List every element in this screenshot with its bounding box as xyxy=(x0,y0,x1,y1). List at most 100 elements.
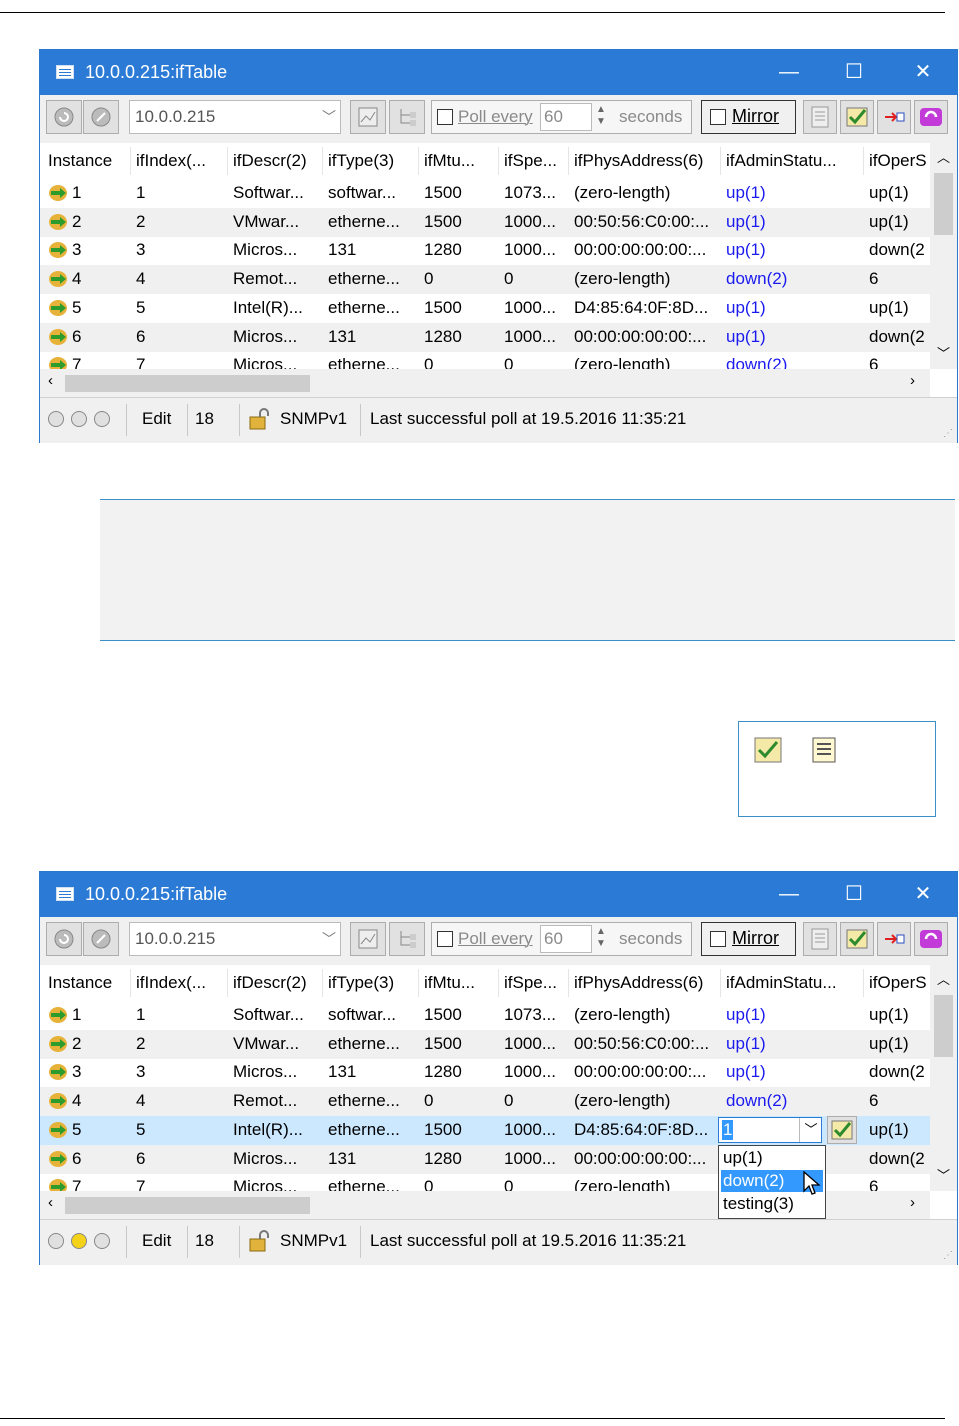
close-button[interactable]: ✕ xyxy=(900,872,946,917)
column-header[interactable]: ifMtu... xyxy=(424,151,502,171)
poll-interval-input[interactable]: 60 xyxy=(540,925,592,953)
column-header[interactable]: ifAdminStatu... xyxy=(726,151,866,171)
column-header[interactable]: ifDescr(2) xyxy=(233,973,325,993)
chevron-left-icon[interactable]: ‹ xyxy=(48,1194,53,1211)
table-cell[interactable]: down(2) xyxy=(726,1091,866,1111)
chevron-right-icon[interactable]: › xyxy=(910,1194,915,1211)
table-row[interactable]: 3 3 Micros... 131 1280 1000... 00:00:00:00:00:… xyxy=(40,1058,930,1087)
table-cell[interactable]: up(1) xyxy=(726,1034,866,1054)
chevron-left-icon[interactable]: ‹ xyxy=(48,372,53,389)
refresh-button[interactable] xyxy=(46,922,82,956)
table-row[interactable]: 5 5 Intel(R)... etherne... 1500 1000... D4:85:… xyxy=(40,294,930,323)
chevron-down-icon[interactable]: ﹀ xyxy=(799,1118,822,1142)
column-divider[interactable] xyxy=(322,969,323,997)
close-button[interactable]: ✕ xyxy=(900,50,946,95)
admin-status-editor[interactable]: 1 ﹀ xyxy=(718,1117,822,1143)
column-divider[interactable] xyxy=(568,969,569,997)
horizontal-scrollbar[interactable]: ‹ › xyxy=(40,369,930,397)
spin-arrows-icon[interactable]: ▲ ▼ xyxy=(596,104,606,128)
minimize-button[interactable]: — xyxy=(766,872,812,917)
column-divider[interactable] xyxy=(863,969,864,997)
column-header[interactable]: Instance xyxy=(48,151,133,171)
chevron-down-icon[interactable]: ﹀ xyxy=(322,923,336,955)
table-row[interactable]: 3 3 Micros... 131 1280 1000... 00:00:00:00:00:… xyxy=(40,236,930,265)
table-cell[interactable]: up(1) xyxy=(726,327,866,347)
refresh-button[interactable] xyxy=(46,100,82,134)
table-row[interactable]: 2 2 VMwar... etherne... 1500 1000... 00:50:56:… xyxy=(40,1029,930,1059)
stop-button[interactable] xyxy=(83,100,119,134)
edit-list-button[interactable] xyxy=(803,100,837,134)
column-header[interactable]: ifDescr(2) xyxy=(233,151,325,171)
table-cell[interactable]: up(1) xyxy=(726,1062,866,1082)
vertical-scroll-thumb[interactable] xyxy=(934,995,953,1057)
chart-button[interactable] xyxy=(350,922,386,956)
column-header[interactable]: ifMtu... xyxy=(424,973,502,993)
table-cell[interactable]: down(2) xyxy=(726,269,866,289)
minimize-button[interactable]: — xyxy=(766,50,812,95)
column-header[interactable]: ifType(3) xyxy=(328,151,421,171)
table-cell[interactable]: up(1) xyxy=(726,1005,866,1025)
column-divider[interactable] xyxy=(863,147,864,175)
column-divider[interactable] xyxy=(418,147,419,175)
resize-grip-icon[interactable]: ⋰ xyxy=(943,1250,953,1261)
reload-button[interactable] xyxy=(914,100,948,134)
vertical-scrollbar[interactable]: ︿ ﹀ xyxy=(930,143,957,369)
apply-edit-button[interactable] xyxy=(840,100,874,134)
column-divider[interactable] xyxy=(418,969,419,997)
tree-button[interactable] xyxy=(389,100,425,134)
column-header[interactable]: Instance xyxy=(48,973,133,993)
column-header[interactable]: ifAdminStatu... xyxy=(726,973,866,993)
chart-button[interactable] xyxy=(350,100,386,134)
maximize-button[interactable]: ☐ xyxy=(831,50,877,95)
apply-edit-button[interactable] xyxy=(827,1116,857,1144)
poll-interval-input[interactable]: 60 xyxy=(540,103,592,131)
poll-checkbox[interactable] xyxy=(437,931,453,947)
column-divider[interactable] xyxy=(227,969,228,997)
column-divider[interactable] xyxy=(130,147,131,175)
vertical-scroll-thumb[interactable] xyxy=(934,173,953,235)
table-row[interactable]: 4 4 Remot... etherne... 0 0 (zero-length) down(… xyxy=(40,265,930,295)
column-divider[interactable] xyxy=(498,969,499,997)
horizontal-scroll-thumb[interactable] xyxy=(65,375,310,392)
title-bar[interactable]: 10.0.0.215:ifTable — ☐ ✕ xyxy=(40,50,957,95)
column-divider[interactable] xyxy=(322,147,323,175)
export-button[interactable] xyxy=(877,922,911,956)
table-row[interactable]: 1 1 Softwar... softwar... 1500 1073... (zero-l… xyxy=(40,1001,930,1030)
chevron-right-icon[interactable]: › xyxy=(910,372,915,389)
apply-edit-button[interactable] xyxy=(840,922,874,956)
address-combobox[interactable]: 10.0.0.215 ﹀ xyxy=(129,100,341,134)
mirror-toggle[interactable]: Mirror xyxy=(701,922,796,956)
maximize-button[interactable]: ☐ xyxy=(831,872,877,917)
column-header[interactable]: ifPhysAddress(6) xyxy=(574,973,722,993)
stop-button[interactable] xyxy=(83,922,119,956)
editor-value[interactable]: 1 xyxy=(722,1120,734,1140)
column-divider[interactable] xyxy=(568,147,569,175)
table-row[interactable]: 6 6 Micros... 131 1280 1000... 00:00:00:00:00:… xyxy=(40,322,930,352)
table-row[interactable]: 1 1 Softwar... softwar... 1500 1073... (zero-l… xyxy=(40,179,930,208)
column-divider[interactable] xyxy=(130,969,131,997)
edit-list-button[interactable] xyxy=(803,922,837,956)
table-cell[interactable]: up(1) xyxy=(726,212,866,232)
table-cell[interactable]: up(1) xyxy=(726,183,866,203)
mirror-checkbox[interactable] xyxy=(710,931,726,947)
table-row[interactable]: 2 2 VMwar... etherne... 1500 1000... 00:50:56:… xyxy=(40,207,930,237)
mirror-checkbox[interactable] xyxy=(710,109,726,125)
column-divider[interactable] xyxy=(498,147,499,175)
column-header[interactable]: ifOperS xyxy=(869,973,929,993)
column-header[interactable]: ifIndex(... xyxy=(136,151,230,171)
column-header[interactable]: ifIndex(... xyxy=(136,973,230,993)
resize-grip-icon[interactable]: ⋰ xyxy=(943,428,953,439)
column-header[interactable]: ifSpe... xyxy=(504,973,572,993)
address-combobox[interactable]: 10.0.0.215 ﹀ xyxy=(129,922,341,956)
poll-checkbox[interactable] xyxy=(437,109,453,125)
column-header[interactable]: ifSpe... xyxy=(504,151,572,171)
chevron-down-icon[interactable]: ﹀ xyxy=(937,1165,950,1184)
column-header[interactable]: ifType(3) xyxy=(328,973,421,993)
horizontal-scroll-thumb[interactable] xyxy=(65,1197,310,1214)
export-button[interactable] xyxy=(877,100,911,134)
column-divider[interactable] xyxy=(227,147,228,175)
table-cell[interactable]: up(1) xyxy=(726,240,866,260)
column-divider[interactable] xyxy=(720,969,721,997)
column-header[interactable]: ifPhysAddress(6) xyxy=(574,151,722,171)
reload-button[interactable] xyxy=(914,922,948,956)
